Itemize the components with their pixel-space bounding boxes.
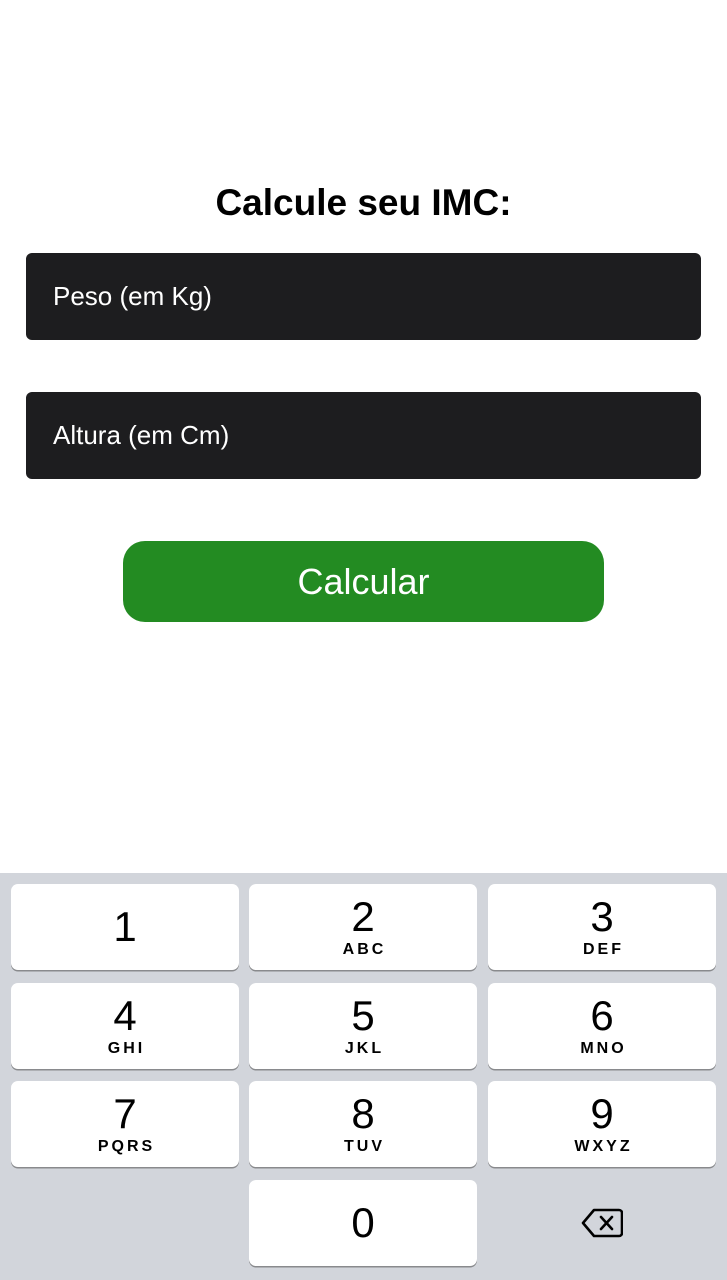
- key-8[interactable]: 8 TUV: [249, 1081, 477, 1167]
- key-7[interactable]: 7 PQRS: [11, 1081, 239, 1167]
- key-number: 0: [351, 1199, 375, 1246]
- key-letters: MNO: [580, 1040, 627, 1057]
- key-letters: ABC: [342, 941, 387, 958]
- peso-field[interactable]: [26, 253, 701, 340]
- key-letters: DEF: [583, 941, 624, 958]
- altura-field[interactable]: [26, 392, 701, 479]
- key-0[interactable]: 0: [249, 1180, 477, 1266]
- key-letters: JKL: [344, 1040, 385, 1057]
- key-5[interactable]: 5 JKL: [249, 983, 477, 1069]
- key-letters: TUV: [344, 1138, 385, 1155]
- key-number: 5: [351, 992, 375, 1039]
- backspace-icon: [581, 1208, 623, 1238]
- key-3[interactable]: 3 DEF: [488, 884, 716, 970]
- key-4[interactable]: 4 GHI: [11, 983, 239, 1069]
- key-number: 8: [351, 1090, 375, 1137]
- key-number: 9: [590, 1090, 614, 1137]
- key-number: 1: [113, 903, 137, 950]
- altura-input[interactable]: [53, 392, 701, 479]
- key-number: 6: [590, 992, 614, 1039]
- page-title: Calcule seu IMC:: [215, 182, 512, 223]
- numeric-keyboard: 1 2 ABC 3 DEF 4 GHI 5 JKL 6 MNO 7 PQRS 8…: [0, 873, 727, 1280]
- key-9[interactable]: 9 WXYZ: [488, 1081, 716, 1167]
- key-number: 4: [113, 992, 137, 1039]
- backspace-key[interactable]: [488, 1180, 716, 1266]
- peso-input[interactable]: [53, 253, 701, 340]
- key-letters: PQRS: [97, 1138, 156, 1155]
- key-6[interactable]: 6 MNO: [488, 983, 716, 1069]
- key-number: 3: [590, 893, 614, 940]
- key-2[interactable]: 2 ABC: [249, 884, 477, 970]
- calcular-button[interactable]: Calcular: [123, 541, 604, 622]
- key-1[interactable]: 1: [11, 884, 239, 970]
- key-letters: GHI: [107, 1040, 146, 1057]
- key-number: 7: [113, 1090, 137, 1137]
- key-number: 2: [351, 893, 375, 940]
- key-letters: WXYZ: [574, 1138, 633, 1155]
